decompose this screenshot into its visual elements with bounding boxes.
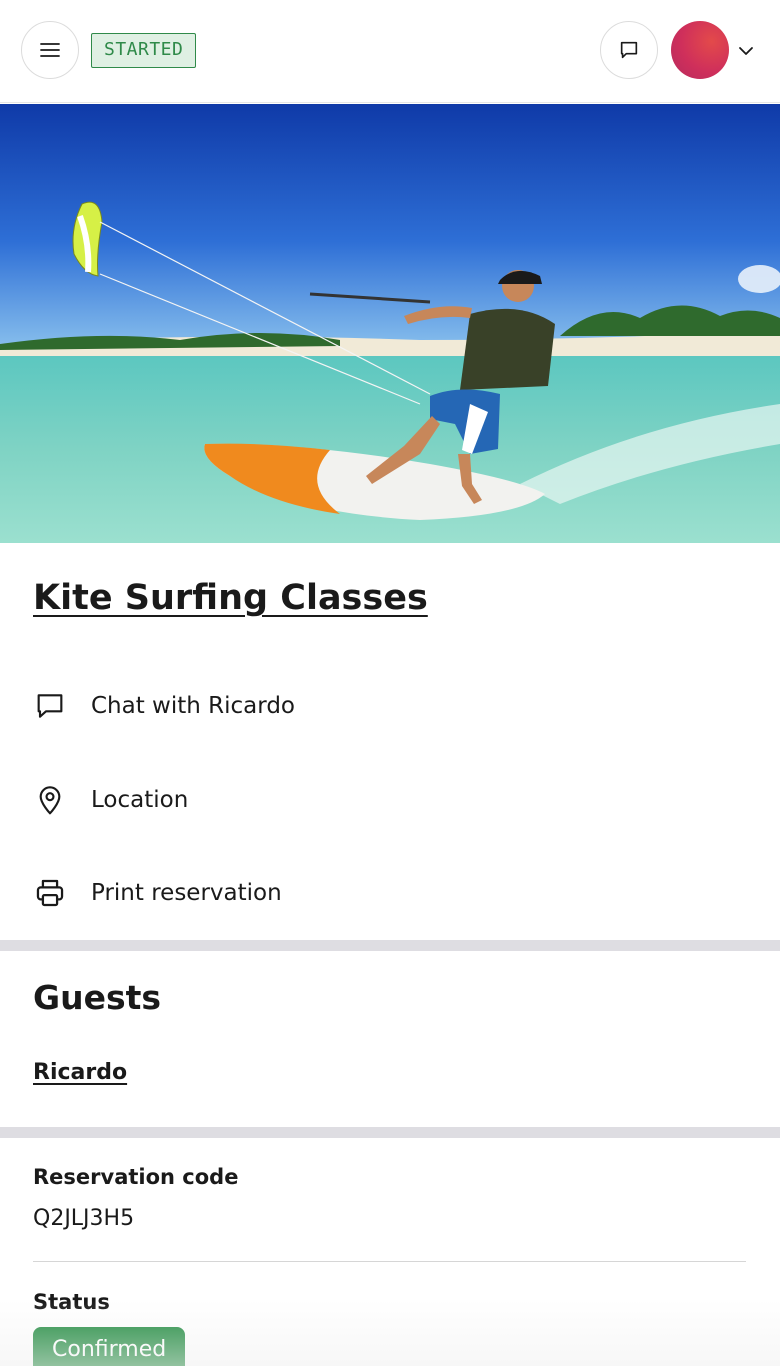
user-avatar[interactable] [671,21,729,79]
location-label: Location [91,787,189,813]
hero-image [0,104,780,543]
chat-with-host-link[interactable]: Chat with Ricardo [33,686,295,726]
reservation-code-value: Q2JLJ3H5 [33,1206,135,1231]
print-reservation-link[interactable]: Print reservation [33,873,282,913]
status-badge: STARTED [91,33,197,68]
chat-bubble-icon [620,41,638,59]
listing-title[interactable]: Kite Surfing Classes [33,578,428,618]
section-divider [0,1127,780,1138]
hamburger-menu-icon [40,43,60,57]
location-link[interactable]: Location [33,780,188,820]
status-label: Status [33,1290,110,1314]
messages-button[interactable] [600,21,658,79]
divider-line [33,1261,746,1262]
chevron-down-icon[interactable] [737,42,755,60]
section-divider [0,940,780,951]
printer-icon [33,876,67,910]
guest-name-link[interactable]: Ricardo [33,1060,127,1085]
reservation-status-badge: Confirmed [33,1327,186,1366]
map-pin-icon [33,783,67,817]
top-header: STARTED [0,0,780,103]
print-reservation-label: Print reservation [91,880,282,906]
chat-with-host-label: Chat with Ricardo [91,693,296,719]
menu-button[interactable] [21,21,79,79]
chat-bubble-icon [33,689,67,723]
guests-heading: Guests [33,978,162,1017]
reservation-code-label: Reservation code [33,1165,239,1189]
